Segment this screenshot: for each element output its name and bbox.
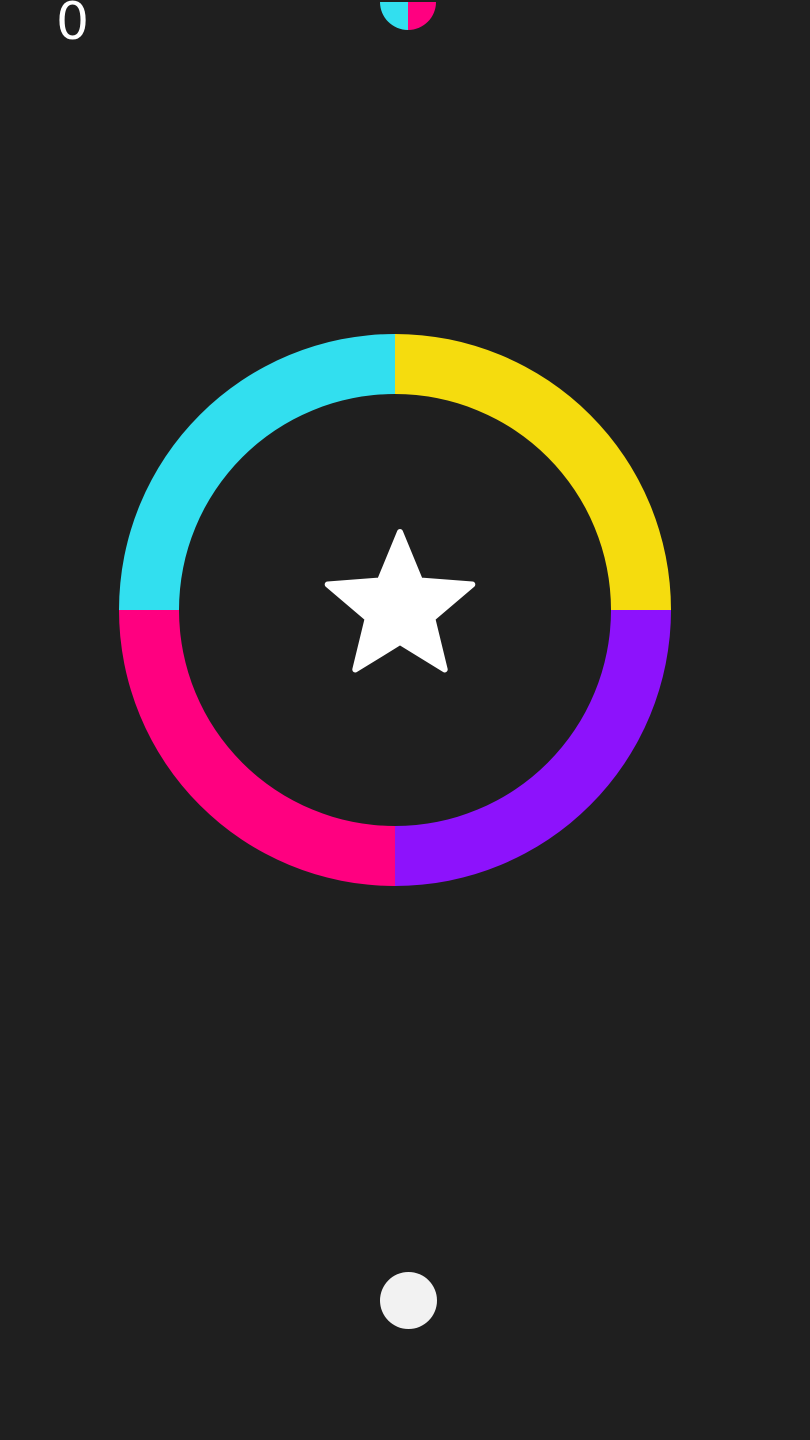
ring-segment-yellow [395,334,671,610]
ring-segment-cyan [119,334,395,610]
ring-segment-magenta [119,610,395,886]
player-ball[interactable] [380,1272,437,1329]
ring-segments [119,334,671,886]
ring-segment-purple [395,610,671,886]
color-ring-obstacle [119,334,671,886]
game-screen[interactable]: 0 [0,0,810,1440]
